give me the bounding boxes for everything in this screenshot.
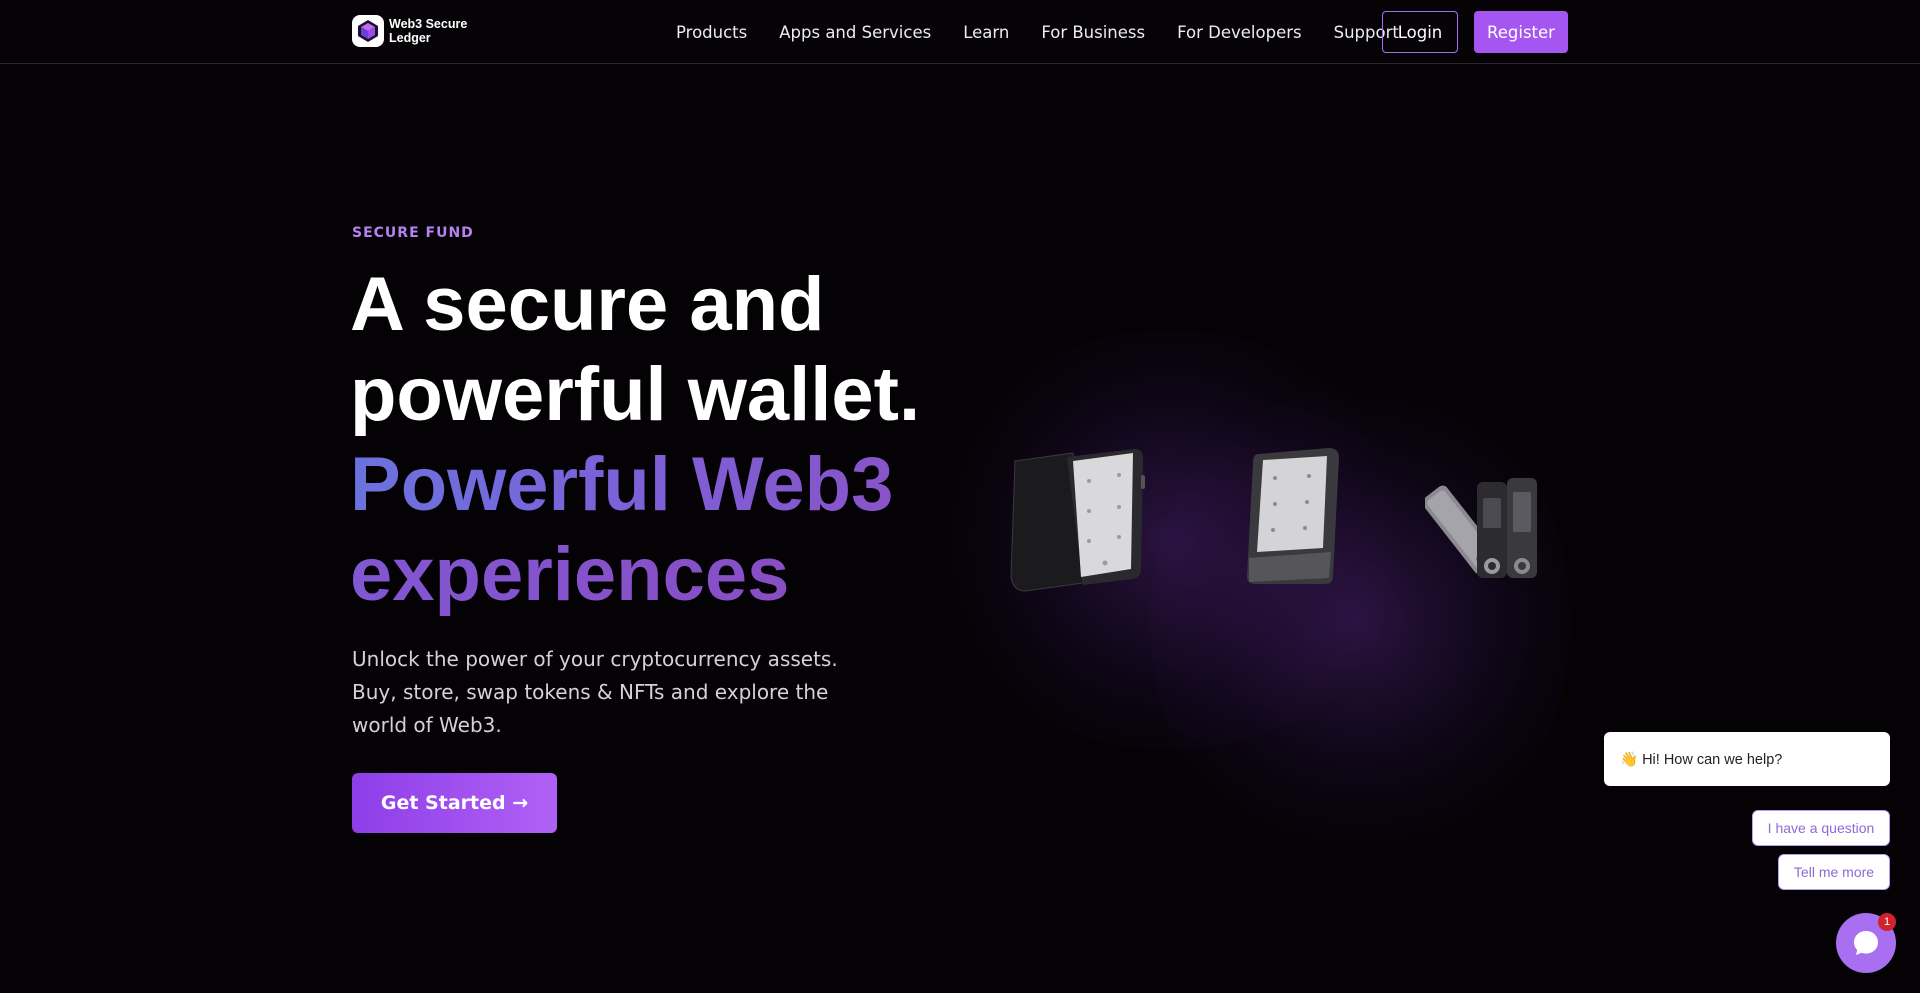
- headline-line-2: powerful wallet.: [350, 352, 921, 437]
- headline-line-1: A secure and: [350, 262, 825, 347]
- chat-option-tell-more[interactable]: Tell me more: [1778, 854, 1890, 890]
- brand-name: Web3 Secure Ledger: [389, 17, 468, 45]
- hero-subtitle: Unlock the power of your cryptocurrency …: [352, 647, 838, 737]
- top-navigation: Web3 Secure Ledger Products Apps and Ser…: [0, 0, 1920, 64]
- nav-item-apps-and-services[interactable]: Apps and Services: [779, 23, 931, 42]
- folio-wallet-device-image: [1010, 449, 1145, 592]
- touchscreen-device-image: [1247, 448, 1339, 584]
- register-button[interactable]: Register: [1474, 11, 1568, 53]
- usb-device-image: [1425, 478, 1537, 578]
- nav-item-for-business[interactable]: For Business: [1041, 23, 1145, 42]
- login-button[interactable]: Login: [1382, 11, 1458, 53]
- chat-greeting-bubble: 👋 Hi! How can we help?: [1604, 732, 1890, 786]
- headline-line-4: experiences: [350, 530, 920, 620]
- nav-item-for-developers[interactable]: For Developers: [1177, 23, 1301, 42]
- chat-icon: [1854, 931, 1878, 955]
- device-glow-center: [1150, 360, 1570, 880]
- chat-option-question[interactable]: I have a question: [1752, 810, 1890, 846]
- main-menu: Products Apps and Services Learn For Bus…: [676, 0, 1431, 64]
- chat-notification-badge: 1: [1878, 913, 1896, 931]
- brand-logo-icon: [352, 15, 384, 47]
- nav-item-learn[interactable]: Learn: [963, 23, 1009, 42]
- brand-logo-link[interactable]: Web3 Secure Ledger: [352, 15, 479, 47]
- hero-headline: A secure and powerful wallet. Powerful W…: [350, 260, 920, 620]
- hero-eyebrow: SECURE FUND: [352, 225, 474, 241]
- nav-item-products[interactable]: Products: [676, 23, 747, 42]
- get-started-button[interactable]: Get Started →: [352, 773, 557, 833]
- headline-line-3: Powerful Web3: [350, 440, 920, 530]
